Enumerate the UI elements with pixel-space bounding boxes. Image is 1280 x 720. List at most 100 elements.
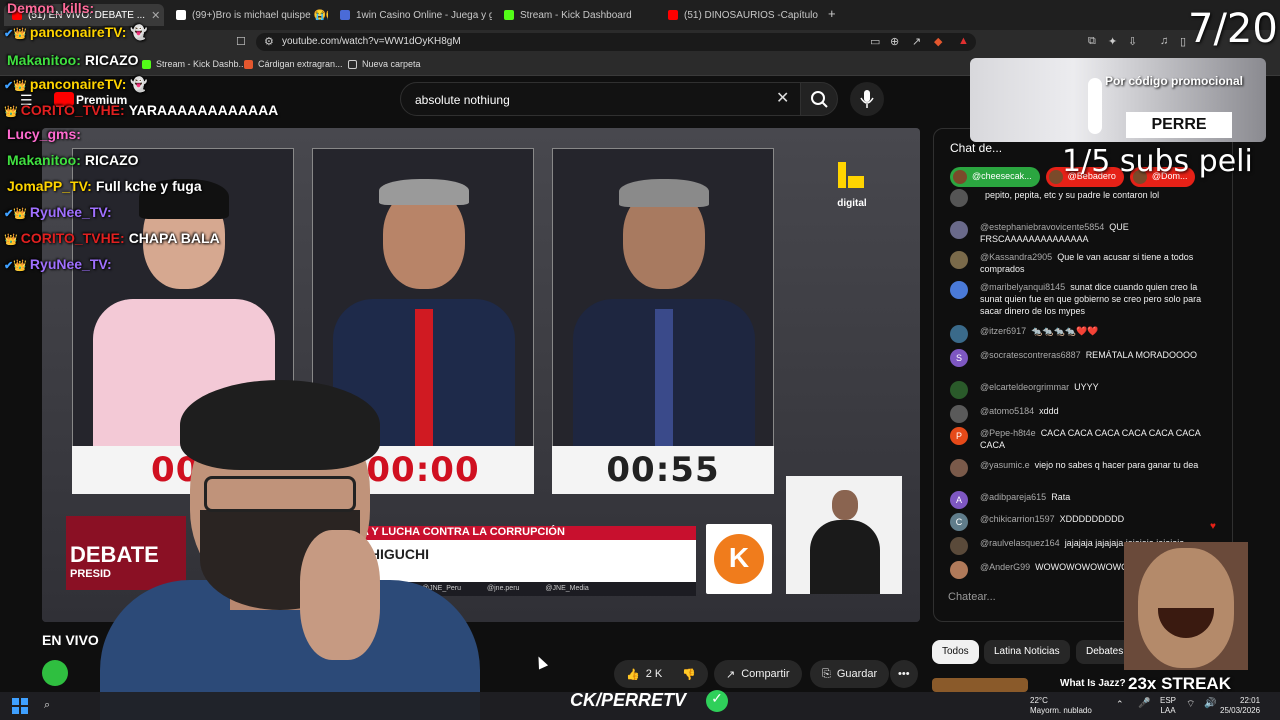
filter-chip-todos[interactable]: Todos: [932, 640, 979, 664]
tab-label: 1win Casino Online - Juega y gana h...: [356, 9, 492, 21]
donor-chip[interactable]: @cheesecak...: [950, 167, 1040, 187]
share-icon[interactable]: ↗: [912, 35, 921, 48]
chat-title[interactable]: Chat de...: [950, 141, 1002, 155]
chevron-up-icon[interactable]: ⌃: [1116, 699, 1124, 710]
chat-avatar[interactable]: [950, 405, 968, 423]
bookmark-folder[interactable]: Nueva carpeta: [348, 59, 421, 69]
chat-text: xddd: [1039, 406, 1059, 416]
tab-label: (51) DINOSAURIOS -Capítulo Final- P...: [684, 9, 820, 21]
chat-avatar[interactable]: P: [950, 427, 968, 445]
site-info-icon[interactable]: ⚙: [264, 35, 274, 48]
cast-icon[interactable]: ▭: [870, 35, 880, 48]
chat-avatar[interactable]: [950, 325, 968, 343]
chat-author[interactable]: @itzer6917: [980, 326, 1026, 336]
chat-author[interactable]: @chikicarrion1597: [980, 514, 1055, 524]
overlay-chat-line: ✔👑 panconaireTV: 👻: [4, 76, 148, 93]
recommendation-thumbnail[interactable]: [932, 678, 1028, 692]
chat-author[interactable]: @AnderG99: [980, 562, 1030, 572]
chat-avatar[interactable]: [950, 281, 968, 299]
tab-label: (99+)Bro is michael quispe 😭😭 #C...: [192, 9, 328, 21]
wifi-icon[interactable]: ⌔: [1186, 698, 1195, 711]
address-bar[interactable]: youtube.com/watch?v=WW1dOyKH8gM: [256, 33, 976, 51]
chat-author[interactable]: @estephaniebravovicente5854: [980, 222, 1104, 232]
warning-icon[interactable]: ▲: [958, 35, 969, 47]
chat-avatar[interactable]: [950, 537, 968, 555]
overlay-chat-user: RyuNee_TV:: [29, 256, 112, 272]
chat-author[interactable]: @raulvelasquez164: [980, 538, 1060, 548]
recommendation-title[interactable]: What Is Jazz?: [1060, 678, 1126, 689]
chat-avatar[interactable]: [950, 221, 968, 239]
goal-counter: 7/20: [1188, 6, 1278, 52]
more-actions-button[interactable]: •••: [890, 660, 918, 688]
chat-text: viejo no sabes q hacer para ganar tu dea: [1034, 460, 1199, 470]
tiktok-icon: [176, 10, 186, 20]
chat-author[interactable]: @adibpareja615: [980, 492, 1046, 502]
download-icon[interactable]: ⇩: [1128, 35, 1137, 48]
chat-avatar[interactable]: [950, 459, 968, 477]
bookmark-cardigan[interactable]: Cárdigan extragran...: [244, 59, 343, 69]
windows-start-icon[interactable]: [12, 698, 28, 714]
thumbs-down-icon[interactable]: 👎: [682, 668, 696, 681]
chat-input[interactable]: Chatear...: [948, 591, 1148, 603]
chat-author[interactable]: @socratescontreras6887: [980, 350, 1081, 360]
folder-icon: [348, 59, 357, 69]
clear-search-icon[interactable]: ✕: [776, 88, 789, 108]
music-icon[interactable]: ♫: [1160, 35, 1168, 47]
chat-author[interactable]: @yasumic.e: [980, 460, 1030, 470]
chat-avatar[interactable]: [950, 251, 968, 269]
sidebar-icon[interactable]: ▯: [1180, 35, 1186, 48]
taskbar-clock[interactable]: 22:01 25/03/2026: [1220, 696, 1260, 716]
chat-author[interactable]: @elcarteldeorgrimmar: [980, 382, 1069, 392]
chat-avatar[interactable]: [950, 189, 968, 207]
weather-widget[interactable]: 22°C Mayorm. nublado: [1030, 696, 1092, 716]
search-icon[interactable]: ⌕: [44, 699, 50, 712]
chat-author[interactable]: @Kassandra2905: [980, 252, 1052, 262]
channel-avatar[interactable]: [42, 660, 68, 686]
zoom-icon[interactable]: ⊕: [890, 35, 899, 48]
badge-icon: ✔👑: [4, 80, 27, 92]
mic-tray-icon[interactable]: 🎤: [1138, 698, 1150, 709]
chat-message: @Kassandra2905 Que le van acusar si tiene…: [950, 251, 1212, 275]
search-button[interactable]: [800, 82, 838, 116]
volume-icon[interactable]: 🔊: [1204, 698, 1216, 709]
extension-icon[interactable]: ⧉: [1088, 35, 1096, 48]
candidate-hair: [379, 179, 469, 205]
bookmark-star-icon[interactable]: ☐: [236, 35, 246, 48]
close-icon[interactable]: ✕: [151, 9, 160, 22]
youtube-icon: [668, 10, 678, 20]
overlay-chat-text: 👻: [130, 24, 148, 40]
chat-avatar[interactable]: [950, 561, 968, 579]
browser-tab-4[interactable]: (51) DINOSAURIOS -Capítulo Final- P...: [660, 4, 820, 26]
share-button[interactable]: ↗ Compartir: [714, 660, 802, 688]
browser-tab-1[interactable]: (99+)Bro is michael quispe 😭😭 #C...: [168, 4, 328, 26]
new-tab-button[interactable]: +: [828, 6, 836, 21]
like-button[interactable]: 👍 2 K 👎: [614, 660, 708, 688]
save-icon: ⎘: [822, 667, 831, 680]
chat-avatar[interactable]: [950, 381, 968, 399]
chat-avatar[interactable]: A: [950, 491, 968, 509]
chat-author[interactable]: @maribelyanqui8145: [980, 282, 1065, 292]
browser-tab-3[interactable]: Stream - Kick Dashboard: [496, 4, 656, 26]
save-button[interactable]: ⎘ Guardar: [810, 660, 890, 688]
chat-author[interactable]: @Pepe-h8t4e: [980, 428, 1036, 438]
chat-text: 🐀🐀🐀🐀❤️❤️: [1031, 326, 1099, 336]
overlay-chat-user: Makanitoo:: [7, 52, 81, 68]
chat-avatar[interactable]: C: [950, 513, 968, 531]
overlay-chat-line: Makanitoo: RICAZO: [4, 152, 139, 168]
chat-text: XDDDDDDDDD: [1059, 514, 1125, 524]
heart-icon[interactable]: ♥: [1210, 521, 1216, 532]
shield-icon[interactable]: ◆: [934, 35, 942, 48]
language-indicator[interactable]: ESP LAA: [1160, 696, 1176, 716]
search-input[interactable]: absolute nothiung: [400, 82, 804, 116]
filter-chip-latina[interactable]: Latina Noticias: [984, 640, 1070, 664]
overlay-chat-line: Demon_kills:: [4, 0, 98, 16]
bookmark-kick[interactable]: Stream - Kick Dashb...: [142, 59, 246, 69]
promo-code: PERRE: [1126, 112, 1232, 138]
overlay-chat-text: RICAZO: [84, 152, 139, 168]
voice-search-button[interactable]: [850, 82, 884, 116]
chat-avatar[interactable]: S: [950, 349, 968, 367]
browser-tab-2[interactable]: 1win Casino Online - Juega y gana h...: [332, 4, 492, 26]
chat-author[interactable]: @atomo5184: [980, 406, 1034, 416]
puzzle-icon[interactable]: ✦: [1108, 35, 1117, 48]
candidate-panel-3: [552, 148, 774, 448]
